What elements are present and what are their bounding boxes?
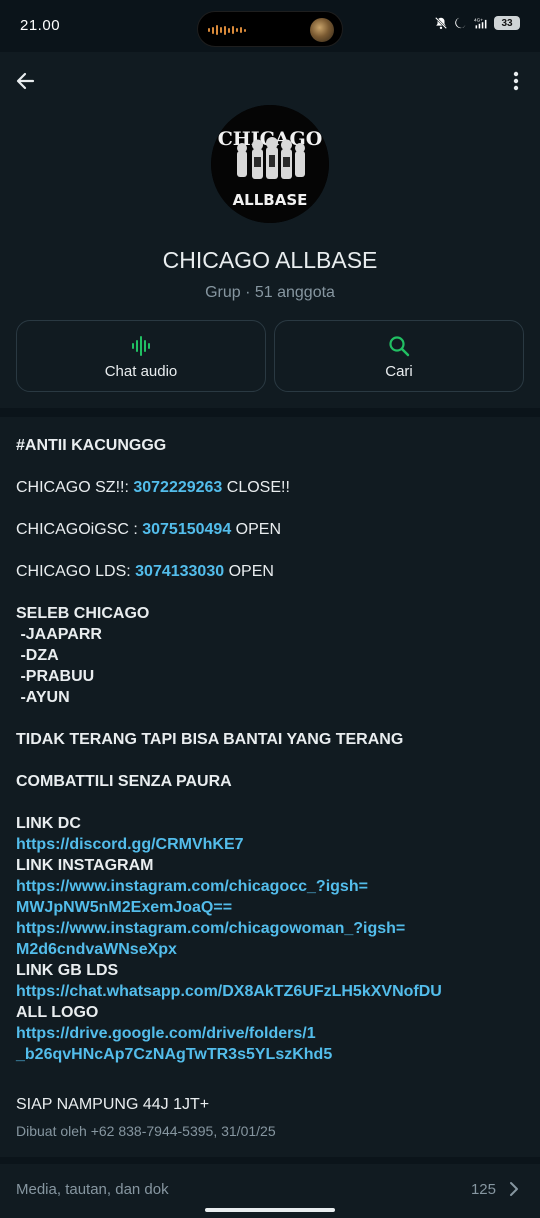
discord-link[interactable]: https://discord.gg/CRMVhKE7 [16, 834, 526, 855]
footer-line: SIAP NAMPUNG 44J 1JT+ [16, 1096, 210, 1113]
seleb-member: -DZA [16, 647, 59, 664]
description-heading: #ANTII KACUNGGG [16, 437, 167, 454]
phone-number-link[interactable]: 3072229263 [133, 479, 222, 496]
chevron-right-icon [510, 1182, 518, 1196]
status-bar: 21.00 4G+ 33 [0, 0, 540, 52]
svg-text:4G+: 4G+ [474, 17, 483, 22]
instagram-link-2-cont[interactable]: M2d6cndvaWNseXpx [16, 939, 526, 960]
instagram-link-2[interactable]: https://www.instagram.com/chicagowoman_?… [16, 918, 526, 939]
search-button[interactable]: Cari [274, 320, 524, 392]
all-logo-title: ALL LOGO [16, 1004, 99, 1021]
group-avatar[interactable]: CHICAGO ALLBASE [211, 105, 329, 223]
description-text: #ANTII KACUNGGG CHICAGO SZ!!: 3072229263… [16, 435, 526, 1115]
status-time: 21.00 [20, 17, 61, 34]
slogan-line: COMBATTILI SENZA PAURA [16, 773, 232, 790]
arrow-left-icon [16, 72, 35, 90]
media-label: Media, tautan, dan dok [16, 1181, 169, 1198]
chat-audio-button[interactable]: Chat audio [16, 320, 266, 392]
back-button[interactable] [12, 68, 38, 94]
instagram-link-1[interactable]: https://www.instagram.com/chicagocc_?igs… [16, 876, 526, 897]
phone-number-link[interactable]: 3074133030 [135, 563, 224, 580]
audio-wave-indicator-icon [208, 25, 246, 35]
whatsapp-group-link[interactable]: https://chat.whatsapp.com/DX8AkTZ6UFzLH5… [16, 981, 526, 1002]
slogan-line: TIDAK TERANG TAPI BISA BANTAI YANG TERAN… [16, 731, 404, 748]
more-options-button[interactable] [506, 68, 526, 94]
signal-icon: 4G+ [474, 17, 487, 29]
audio-wave-icon [132, 336, 150, 356]
search-label: Cari [385, 363, 413, 380]
group-line-lds: CHICAGO LDS: 3074133030 OPEN [16, 563, 274, 580]
group-description: #ANTII KACUNGGG CHICAGO SZ!!: 3072229263… [0, 417, 540, 1157]
instagram-link-1-cont[interactable]: MWJpNW5nM2ExemJoaQ== [16, 897, 526, 918]
media-count: 125 [470, 1181, 496, 1198]
group-name[interactable]: CHICAGO ALLBASE [0, 247, 540, 274]
created-by: Dibuat oleh +62 838-7944-5395, 31/01/25 [16, 1123, 276, 1139]
more-vertical-icon [513, 71, 519, 91]
drive-link-cont[interactable]: _b26qvHNcAp7CzNAgTwTR3s5YLszKhd5 [16, 1044, 526, 1065]
battery-icon: 33 [494, 16, 520, 30]
bell-off-icon [435, 17, 447, 30]
svg-text:ALLBASE: ALLBASE [233, 191, 308, 209]
media-thumbnail [310, 18, 334, 42]
link-dc-title: LINK DC [16, 815, 81, 832]
moon-icon [455, 17, 466, 29]
home-indicator[interactable] [205, 1208, 335, 1212]
group-info-header: CHICAGO ALLBASE CHICAGO ALLBASE [0, 52, 540, 408]
phone-number-link[interactable]: 3075150494 [142, 521, 231, 538]
status-icons: 4G+ 33 [434, 16, 520, 30]
drive-link[interactable]: https://drive.google.com/drive/folders/1 [16, 1023, 526, 1044]
seleb-member: -JAAPARR [16, 626, 102, 643]
group-member-count: Grup · 51 anggota [205, 284, 335, 301]
seleb-title: SELEB CHICAGO [16, 605, 150, 622]
link-instagram-title: LINK INSTAGRAM [16, 857, 154, 874]
search-icon [389, 336, 410, 357]
group-line-igsc: CHICAGOiGSC : 3075150494 OPEN [16, 521, 282, 538]
seleb-member: -PRABUU [16, 668, 95, 685]
group-logo-image: CHICAGO ALLBASE [211, 105, 329, 223]
seleb-member: -AYUN [16, 689, 70, 706]
group-line-sz: CHICAGO SZ!!: 3072229263 CLOSE!! [16, 479, 290, 496]
dynamic-island[interactable] [197, 11, 343, 47]
link-gb-title: LINK GB LDS [16, 962, 119, 979]
chat-audio-label: Chat audio [104, 363, 178, 380]
